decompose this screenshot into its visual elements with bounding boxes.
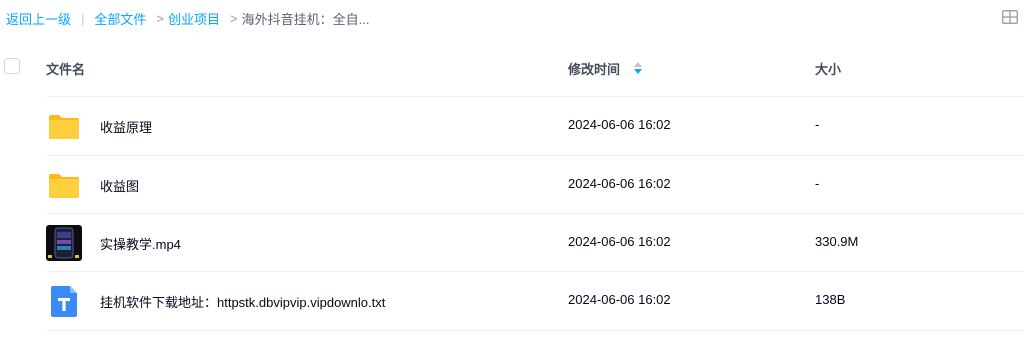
divider bbox=[46, 330, 1024, 331]
column-header-size[interactable]: 大小 bbox=[815, 59, 841, 78]
file-size: 330.9M bbox=[815, 234, 859, 249]
file-size: - bbox=[815, 176, 820, 191]
breadcrumb-current: 海外抖音挂机：全自... bbox=[241, 11, 370, 27]
file-name[interactable]: 实操教学.mp4 bbox=[100, 234, 181, 253]
file-name[interactable]: 收益原理 bbox=[100, 117, 152, 136]
breadcrumb: 返回上一级 | 全部文件 > 创业项目 > 海外抖音挂机：全自... bbox=[6, 8, 369, 28]
modified-time: 2024-06-06 16:02 bbox=[568, 176, 671, 191]
table-row[interactable]: 收益原理 2024-06-06 16:02 - bbox=[0, 97, 1024, 155]
table-row[interactable]: 收益图 2024-06-06 16:02 - bbox=[0, 156, 1024, 214]
back-link[interactable]: 返回上一级 bbox=[6, 9, 71, 28]
folder-icon bbox=[49, 115, 79, 139]
file-name[interactable]: 收益图 bbox=[100, 176, 139, 195]
breadcrumb-chevron: > bbox=[156, 10, 165, 26]
modified-time: 2024-06-06 16:02 bbox=[568, 234, 671, 249]
modified-time: 2024-06-06 16:02 bbox=[568, 292, 671, 307]
file-size: 138B bbox=[815, 292, 846, 307]
table-row[interactable]: 实操教学.mp4 2024-06-06 16:02 330.9M bbox=[0, 214, 1024, 272]
file-size: - bbox=[815, 117, 820, 132]
sort-toggle-icon[interactable] bbox=[634, 62, 642, 74]
folder-icon bbox=[49, 174, 79, 198]
video-thumbnail-icon bbox=[46, 225, 82, 261]
table-row[interactable]: 挂机软件下载地址：httpstk.dbvipvip.vipdownlo.txt … bbox=[0, 272, 1024, 330]
breadcrumb-separator: | bbox=[81, 10, 85, 26]
table-header: 文件名 修改时间 大小 bbox=[0, 46, 1024, 88]
breadcrumb-folder[interactable]: 创业项目 bbox=[168, 9, 220, 28]
file-name[interactable]: 挂机软件下载地址：httpstk.dbvipvip.vipdownlo.txt bbox=[100, 292, 385, 311]
grid-view-icon[interactable] bbox=[1002, 10, 1018, 24]
modified-time: 2024-06-06 16:02 bbox=[568, 117, 671, 132]
breadcrumb-all-files[interactable]: 全部文件 bbox=[94, 9, 146, 28]
select-all-checkbox[interactable] bbox=[4, 58, 20, 74]
text-file-icon bbox=[51, 286, 77, 317]
breadcrumb-chevron: > bbox=[230, 10, 238, 26]
column-header-name[interactable]: 文件名 bbox=[46, 59, 85, 78]
column-header-modified[interactable]: 修改时间 bbox=[568, 59, 620, 78]
